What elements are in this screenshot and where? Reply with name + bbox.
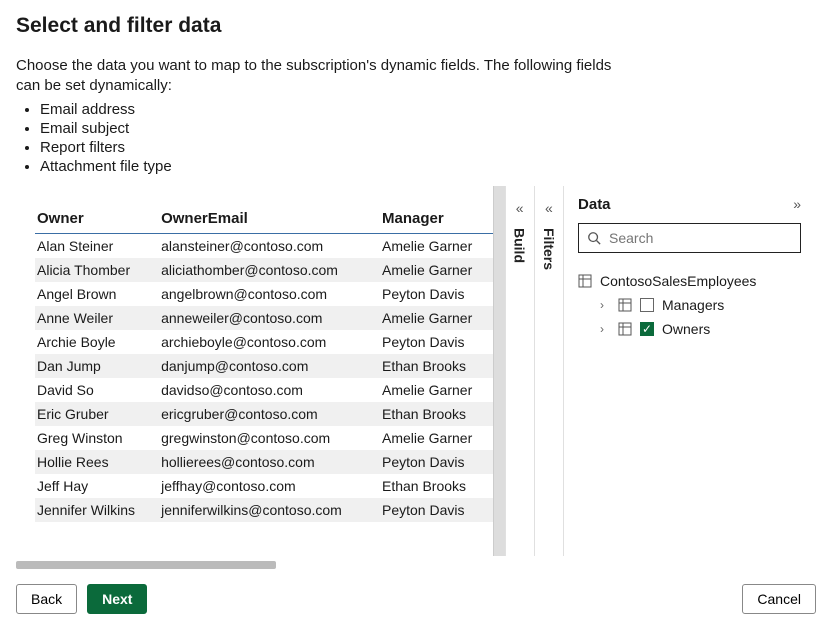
chevron-double-left-icon: «: [545, 200, 553, 216]
build-rail-label: Build: [512, 228, 528, 263]
table-cell: Hollie Rees: [35, 450, 159, 474]
table-row[interactable]: Archie Boylearchieboyle@contoso.comPeyto…: [35, 330, 493, 354]
table-icon: [618, 298, 632, 312]
table-cell: jeffhay@contoso.com: [159, 474, 380, 498]
chevron-right-icon[interactable]: ›: [600, 298, 610, 312]
intro-text: Choose the data you want to map to the s…: [16, 56, 636, 97]
table-cell: danjump@contoso.com: [159, 354, 380, 378]
chevron-right-icon[interactable]: ›: [600, 322, 610, 336]
table-cell: davidso@contoso.com: [159, 378, 380, 402]
table-cell: David So: [35, 378, 159, 402]
data-tree: ContosoSalesEmployees › Managers › ✓: [578, 269, 801, 341]
table-row[interactable]: Jennifer Wilkinsjenniferwilkins@contoso.…: [35, 498, 493, 522]
table-row[interactable]: Greg Winstongregwinston@contoso.comAmeli…: [35, 426, 493, 450]
tree-node-label: Managers: [662, 297, 724, 313]
chevron-double-left-icon: «: [516, 200, 524, 216]
checkbox-managers[interactable]: [640, 298, 654, 312]
table-cell: jenniferwilkins@contoso.com: [159, 498, 380, 522]
table-cell: gregwinston@contoso.com: [159, 426, 380, 450]
data-table-area[interactable]: Owner OwnerEmail Manager Alan Steinerala…: [17, 186, 493, 556]
filters-rail-label: Filters: [541, 228, 557, 270]
table-cell: Peyton Davis: [380, 330, 493, 354]
table-cell: Ethan Brooks: [380, 402, 493, 426]
table-row[interactable]: Alan Steineralansteiner@contoso.comAmeli…: [35, 233, 493, 258]
data-table: Owner OwnerEmail Manager Alan Steinerala…: [35, 204, 493, 522]
table-cell: Eric Gruber: [35, 402, 159, 426]
dynamic-field-item: Email subject: [40, 120, 816, 137]
table-icon: [578, 274, 592, 288]
table-row[interactable]: Hollie Reeshollierees@contoso.comPeyton …: [35, 450, 493, 474]
column-header-owneremail[interactable]: OwnerEmail: [159, 204, 380, 234]
table-row[interactable]: Anne Weileranneweiler@contoso.comAmelie …: [35, 306, 493, 330]
table-cell: hollierees@contoso.com: [159, 450, 380, 474]
table-cell: Amelie Garner: [380, 378, 493, 402]
table-cell: Peyton Davis: [380, 450, 493, 474]
table-cell: Jeff Hay: [35, 474, 159, 498]
table-cell: Ethan Brooks: [380, 474, 493, 498]
table-cell: Greg Winston: [35, 426, 159, 450]
vertical-scrollbar[interactable]: [493, 186, 505, 556]
table-cell: Alicia Thomber: [35, 258, 159, 282]
table-cell: Ethan Brooks: [380, 354, 493, 378]
column-header-owner[interactable]: Owner: [35, 204, 159, 234]
table-cell: Archie Boyle: [35, 330, 159, 354]
tree-node-managers[interactable]: › Managers: [578, 293, 801, 317]
cancel-button[interactable]: Cancel: [742, 584, 816, 614]
table-cell: anneweiler@contoso.com: [159, 306, 380, 330]
table-cell: Amelie Garner: [380, 306, 493, 330]
dynamic-field-item: Email address: [40, 101, 816, 118]
table-cell: Peyton Davis: [380, 498, 493, 522]
search-input[interactable]: [607, 229, 792, 247]
table-cell: Amelie Garner: [380, 258, 493, 282]
horizontal-scrollbar[interactable]: [16, 561, 276, 569]
dynamic-fields-list: Email address Email subject Report filte…: [40, 101, 816, 175]
table-cell: Anne Weiler: [35, 306, 159, 330]
dynamic-field-item: Attachment file type: [40, 158, 816, 175]
table-row[interactable]: Jeff Hayjeffhay@contoso.comEthan Brooks: [35, 474, 493, 498]
back-button[interactable]: Back: [16, 584, 77, 614]
table-row[interactable]: David Sodavidso@contoso.comAmelie Garner: [35, 378, 493, 402]
table-cell: Alan Steiner: [35, 233, 159, 258]
next-button[interactable]: Next: [87, 584, 147, 614]
data-panel: Data » ContosoSalesEmployees ›: [563, 186, 815, 556]
search-field[interactable]: [578, 223, 801, 253]
tree-root[interactable]: ContosoSalesEmployees: [578, 269, 801, 293]
table-cell: angelbrown@contoso.com: [159, 282, 380, 306]
page-title: Select and filter data: [16, 14, 816, 38]
table-cell: Peyton Davis: [380, 282, 493, 306]
data-panel-title: Data: [578, 196, 611, 213]
table-row[interactable]: Alicia Thomberaliciathomber@contoso.comA…: [35, 258, 493, 282]
search-icon: [587, 231, 601, 245]
table-cell: aliciathomber@contoso.com: [159, 258, 380, 282]
table-row[interactable]: Angel Brownangelbrown@contoso.comPeyton …: [35, 282, 493, 306]
table-icon: [618, 322, 632, 336]
filters-rail[interactable]: « Filters: [534, 186, 563, 556]
table-cell: alansteiner@contoso.com: [159, 233, 380, 258]
table-row[interactable]: Eric Gruberericgruber@contoso.comEthan B…: [35, 402, 493, 426]
tree-root-label: ContosoSalesEmployees: [600, 273, 756, 289]
table-cell: Amelie Garner: [380, 233, 493, 258]
tree-node-owners[interactable]: › ✓ Owners: [578, 317, 801, 341]
table-row[interactable]: Dan Jumpdanjump@contoso.comEthan Brooks: [35, 354, 493, 378]
tree-node-label: Owners: [662, 321, 710, 337]
chevron-double-right-icon[interactable]: »: [793, 196, 801, 212]
dynamic-field-item: Report filters: [40, 139, 816, 156]
table-cell: Jennifer Wilkins: [35, 498, 159, 522]
table-cell: archieboyle@contoso.com: [159, 330, 380, 354]
table-cell: Amelie Garner: [380, 426, 493, 450]
column-header-manager[interactable]: Manager: [380, 204, 493, 234]
checkbox-owners[interactable]: ✓: [640, 322, 654, 336]
table-cell: ericgruber@contoso.com: [159, 402, 380, 426]
build-rail[interactable]: « Build: [505, 186, 534, 556]
table-cell: Dan Jump: [35, 354, 159, 378]
table-cell: Angel Brown: [35, 282, 159, 306]
